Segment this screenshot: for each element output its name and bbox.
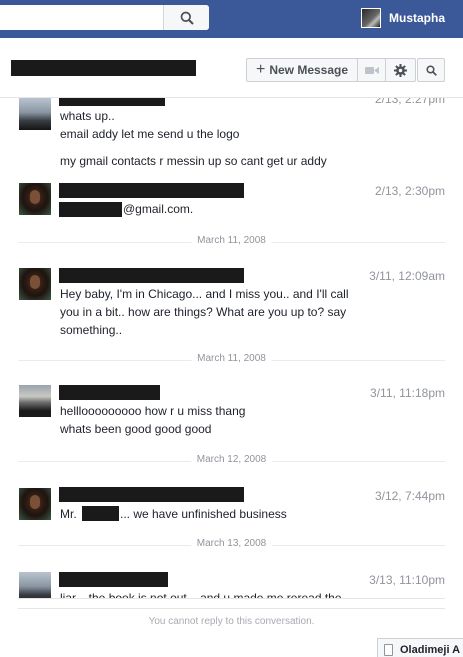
avatar[interactable] [19,488,51,520]
gear-icon [394,63,407,77]
message-text: liar... the book is not out... and u mad… [60,591,342,598]
new-message-label: New Message [269,63,349,77]
redacted-sender-name [59,385,160,400]
message-text: you in a bit.. how are things? What are … [60,305,347,319]
date-divider: March 11, 2008 [18,353,445,367]
divider [18,608,445,609]
magnifier-icon [180,11,194,25]
search-conversation-button[interactable] [417,58,445,82]
message-text: ... we have unfinished business [120,507,287,521]
message-thread[interactable]: 2/13, 2:27pm whats up.. email addy let m… [0,98,463,598]
message-text: helllooooooooo how r u miss thang [60,404,246,418]
redacted-sender-name [59,572,168,587]
message-text: whats been good good good [60,422,212,436]
video-call-button[interactable] [357,58,386,82]
redacted-conversation-title [11,60,196,76]
avatar [361,8,381,28]
avatar[interactable] [19,268,51,300]
date-divider: March 12, 2008 [18,454,445,468]
message-text: email addy let me send u the logo [60,127,240,141]
message-text: Hey baby, I'm in Chicago... and I miss y… [60,287,349,301]
new-message-button[interactable]: + New Message [246,58,358,82]
search-button[interactable] [163,5,209,30]
mobile-icon [384,643,393,656]
date-divider-label: March 11, 2008 [191,353,272,364]
date-divider-label: March 11, 2008 [191,235,272,246]
message-timestamp: 3/11, 12:09am [369,269,445,283]
profile-link[interactable]: Mustapha [361,8,445,28]
top-navigation-bar: Mustapha [0,0,463,38]
date-divider: March 11, 2008 [18,235,445,249]
video-camera-icon [364,66,379,74]
message-text: my gmail contacts r messin up so cant ge… [60,154,327,168]
redacted-sender-name [59,183,244,198]
chat-tab[interactable]: Oladimeji A [377,638,463,657]
message-text: @gmail.com. [123,202,194,216]
user-name: Mustapha [389,11,446,25]
date-divider: March 13, 2008 [18,538,445,552]
divider [18,598,445,599]
message-timestamp: 2/13, 2:27pm [374,98,445,106]
redacted-name [82,506,119,521]
date-divider-label: March 13, 2008 [190,538,273,549]
message-text: whats up.. [60,109,115,123]
redacted-sender-name [59,98,165,106]
plus-icon: + [255,61,266,78]
date-divider-label: March 12, 2008 [190,454,273,465]
redacted-sender-name [59,487,244,502]
magnifier-icon [425,64,437,76]
redacted-sender-name [59,268,244,283]
avatar[interactable] [19,572,51,598]
message-text: something.. [60,323,123,337]
message-timestamp: 3/13, 11:10pm [369,573,445,587]
avatar[interactable] [19,385,51,417]
avatar[interactable] [19,183,51,215]
avatar[interactable] [19,98,51,130]
message-timestamp: 2/13, 2:30pm [374,184,445,198]
cannot-reply-notice: You cannot reply to this conversation. [148,616,315,627]
message-timestamp: 3/12, 7:44pm [374,489,445,503]
chat-tab-name: Oladimeji A [400,643,461,656]
conversation-header: + New Message [0,38,463,98]
message-timestamp: 3/11, 11:18pm [370,386,445,400]
settings-button[interactable] [385,58,416,82]
redacted-email-username [59,202,122,217]
